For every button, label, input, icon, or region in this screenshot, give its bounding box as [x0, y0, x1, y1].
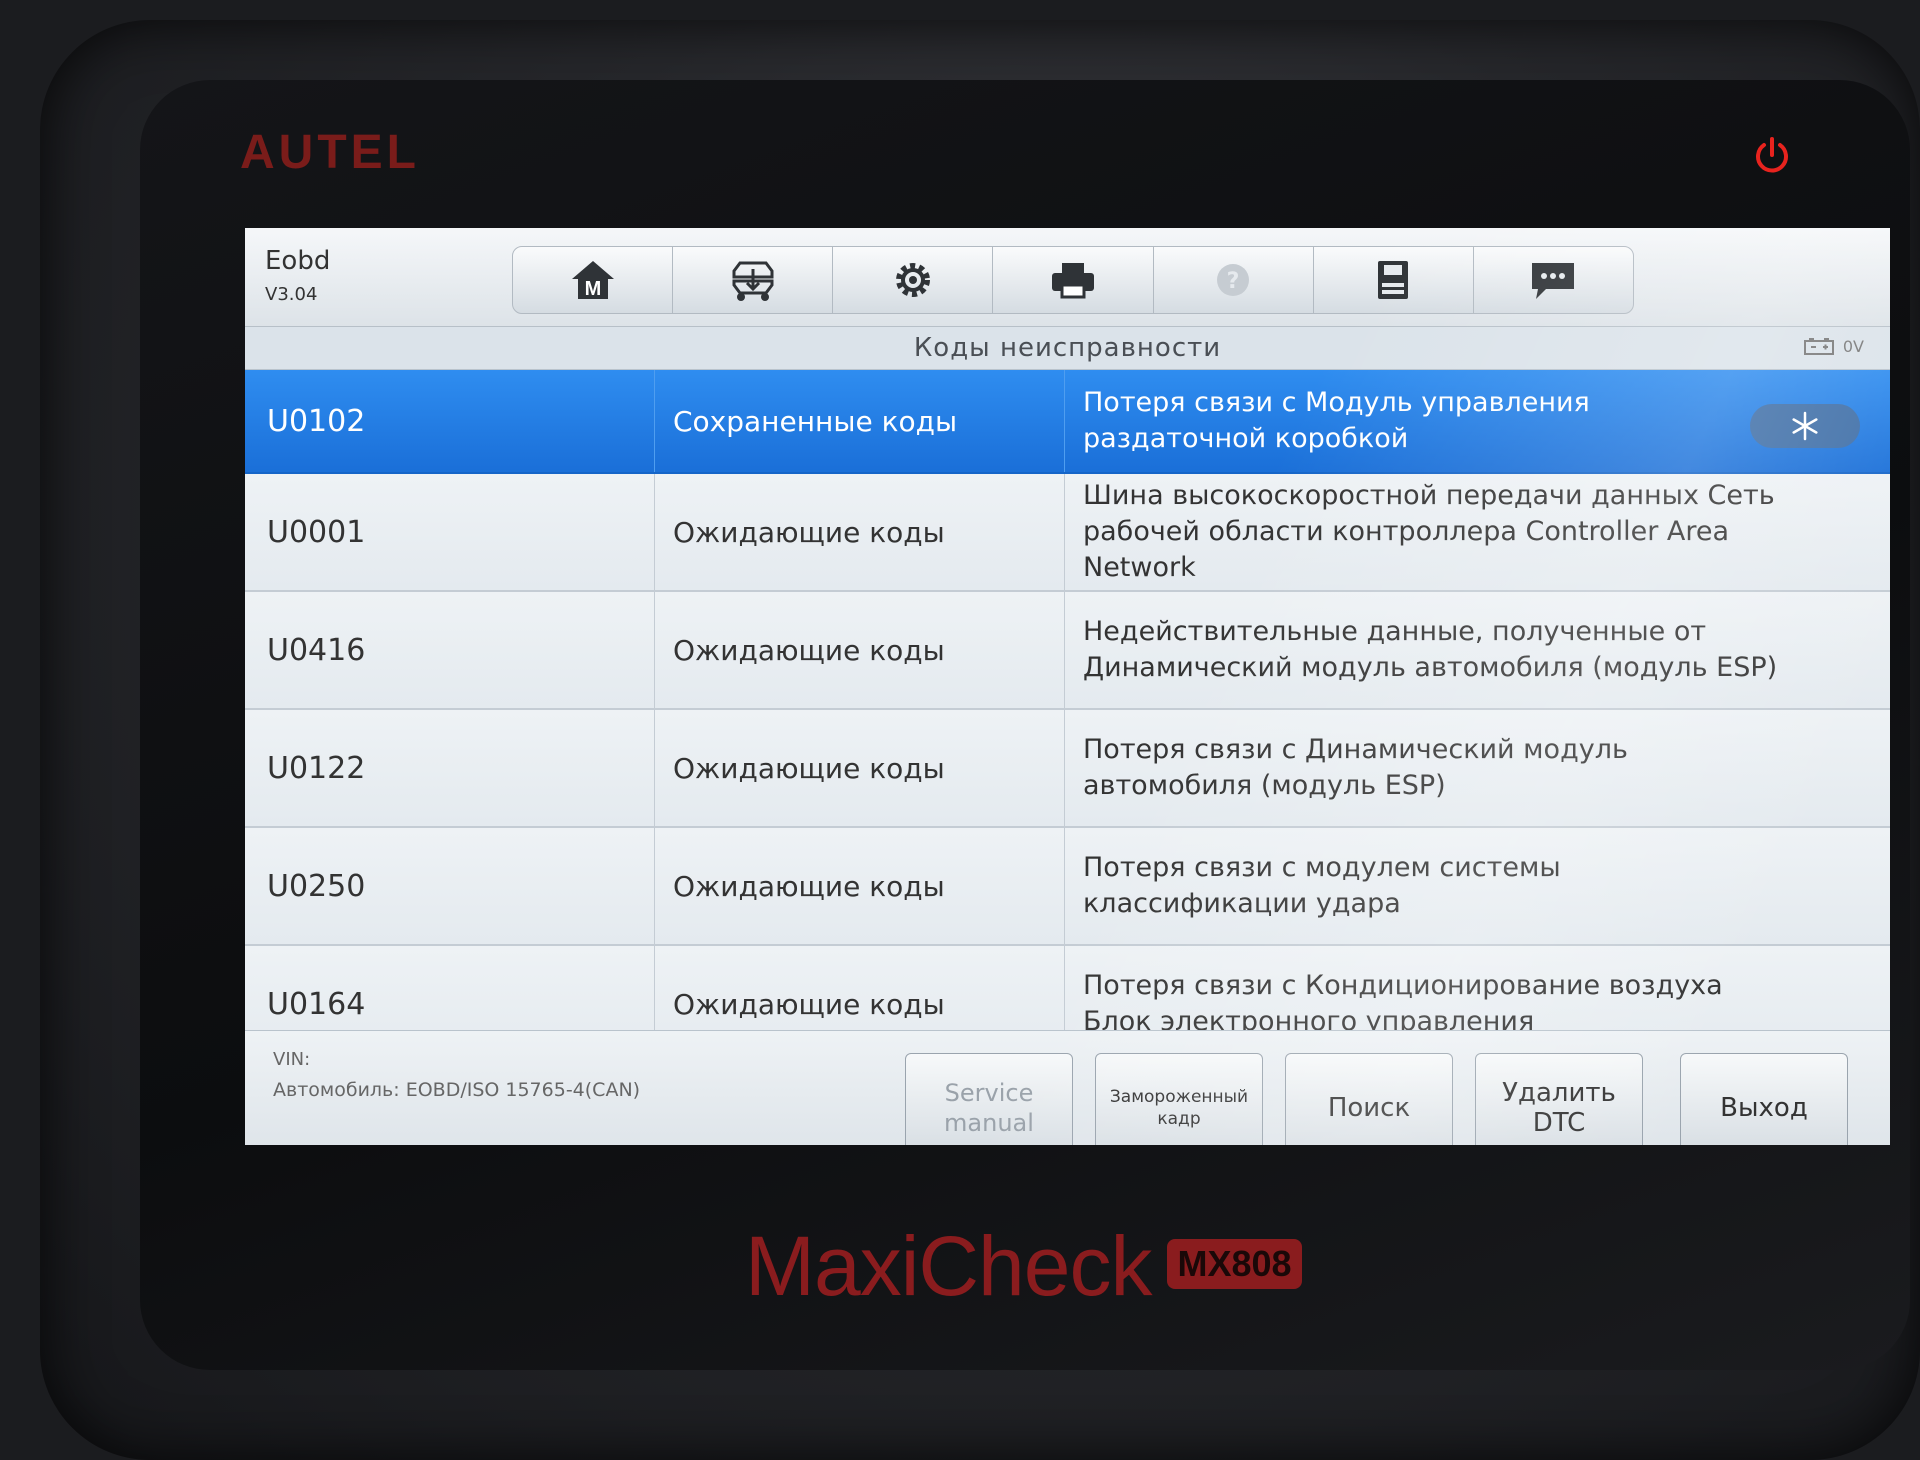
dtc-code: U0416: [245, 592, 655, 708]
print-icon: [1051, 263, 1094, 299]
vehicle-swap-button[interactable]: [673, 247, 834, 313]
model-badge: MX808: [1167, 1238, 1302, 1289]
freeze-frame-indicator-button[interactable]: [1750, 404, 1860, 448]
bottom-bar: VIN: Автомобиль: EOBD/ISO 15765-4(CAN) S…: [245, 1030, 1890, 1145]
tablet-screen: Eobd V3.04 M ? Коды неисправности 0V U01…: [245, 228, 1890, 1145]
home-icon: M: [571, 261, 614, 300]
print-button[interactable]: [993, 247, 1154, 313]
power-icon[interactable]: [1752, 136, 1792, 176]
battery-status: 0V: [1803, 337, 1864, 356]
svg-text:M: M: [584, 278, 601, 300]
vehicle-info: Автомобиль: EOBD/ISO 15765-4(CAN): [273, 1079, 641, 1101]
help-icon: ?: [1217, 264, 1250, 296]
vehicle-swap-icon: [732, 261, 774, 301]
dtc-status: Ожидающие коды: [655, 828, 1065, 944]
dtc-code: U0250: [245, 828, 655, 944]
save-button[interactable]: [1314, 247, 1474, 313]
model-name: MaxiCheck: [745, 1219, 1152, 1313]
page-title: Коды неисправности: [913, 333, 1222, 363]
dtc-code: U0102: [245, 370, 655, 472]
freeze-frame-button[interactable]: Замороженный кадр: [1095, 1053, 1263, 1145]
dtc-status: Сохраненные коды: [655, 370, 1065, 472]
message-icon: [1532, 263, 1575, 299]
exit-button[interactable]: Выход: [1680, 1053, 1848, 1145]
dtc-status: Ожидающие коды: [655, 946, 1065, 1030]
clear-dtc-button[interactable]: Удалить DTC: [1475, 1053, 1643, 1145]
svg-text:?: ?: [1227, 269, 1240, 294]
dtc-status: Ожидающие коды: [655, 710, 1065, 826]
dtc-row[interactable]: U0102 Сохраненные коды Потеря связи с Мо…: [245, 370, 1890, 474]
dtc-description: Шина высокоскоростной передачи данных Се…: [1083, 480, 1775, 583]
dtc-row[interactable]: U0001 Ожидающие коды Шина высокоскоростн…: [245, 474, 1890, 592]
dtc-description: Недействительные данные, полученные от Д…: [1083, 616, 1778, 683]
service-manual-button: Service manual: [905, 1053, 1073, 1145]
home-button[interactable]: M: [513, 247, 674, 313]
dtc-row[interactable]: U0164 Ожидающие коды Потеря связи с Конд…: [245, 946, 1890, 1030]
voltage-readout: 0V: [1842, 337, 1864, 356]
snowflake-icon: [1792, 411, 1818, 441]
toolbar: M ?: [512, 246, 1634, 314]
dtc-code: U0122: [245, 710, 655, 826]
help-button: ?: [1154, 247, 1314, 313]
dtc-status: Ожидающие коды: [655, 592, 1065, 708]
app-name: Eobd: [265, 246, 331, 276]
search-button[interactable]: Поиск: [1285, 1053, 1453, 1145]
dtc-list: U0102 Сохраненные коды Потеря связи с Мо…: [245, 370, 1890, 1030]
dtc-description: Потеря связи с модулем системы классифик…: [1083, 852, 1561, 919]
settings-gear-icon: [895, 263, 930, 297]
dtc-code: U0164: [245, 946, 655, 1030]
maxicheck-logo: MaxiCheck MX808: [745, 1218, 1365, 1313]
battery-icon: [1803, 337, 1834, 355]
save-icon: [1378, 261, 1409, 299]
dtc-code: U0001: [245, 474, 655, 590]
dtc-row[interactable]: U0250 Ожидающие коды Потеря связи с моду…: [245, 828, 1890, 946]
dtc-row[interactable]: U0416 Ожидающие коды Недействительные да…: [245, 592, 1890, 710]
autel-logo: AUTEL: [240, 126, 420, 179]
dtc-description: Потеря связи с Кондиционирование воздуха…: [1083, 970, 1723, 1030]
top-bar: Eobd V3.04 M ?: [245, 228, 1890, 327]
settings-button[interactable]: [833, 247, 994, 313]
dtc-row[interactable]: U0122 Ожидающие коды Потеря связи с Дина…: [245, 710, 1890, 828]
title-bar: Коды неисправности 0V: [245, 327, 1890, 370]
dtc-description: Потеря связи с Динамический модуль автом…: [1083, 734, 1628, 801]
app-version: V3.04: [265, 284, 318, 305]
dtc-status: Ожидающие коды: [655, 474, 1065, 590]
vin-label: VIN:: [273, 1049, 311, 1070]
message-button[interactable]: [1474, 247, 1633, 313]
